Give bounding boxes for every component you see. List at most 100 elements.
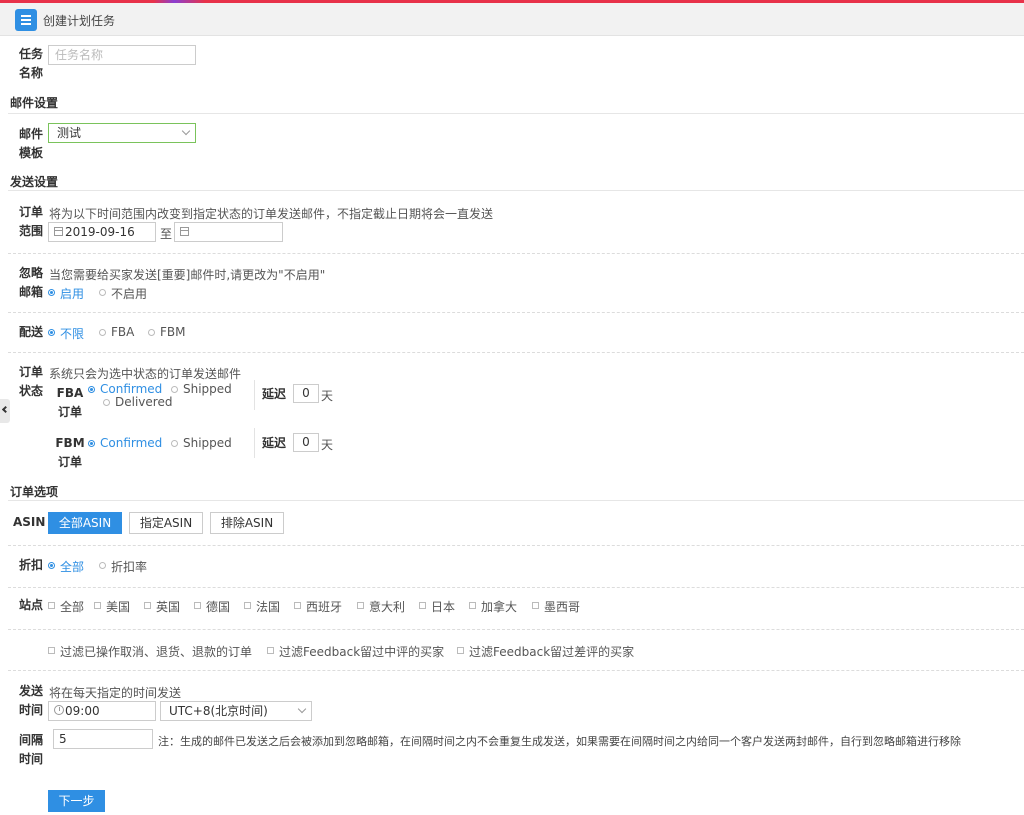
site-checkbox[interactable] <box>294 602 301 609</box>
label-line: FBA <box>56 386 84 400</box>
divider <box>8 629 1024 630</box>
order-range-label: 订单 范围 <box>17 203 45 241</box>
exclude-asin-button[interactable]: 排除ASIN <box>210 512 284 534</box>
order-status-hint: 系统只会为选中状态的订单发送邮件 <box>49 367 242 381</box>
start-date-input[interactable]: 2019-09-16 <box>48 222 156 242</box>
option-disable[interactable]: 不启用 <box>111 285 147 302</box>
divider <box>8 253 1024 254</box>
radio-discount-all[interactable] <box>48 562 55 569</box>
label-line: 订单 <box>18 205 43 219</box>
filter-checkbox[interactable] <box>267 647 274 654</box>
filter-neutral-feedback[interactable]: 过滤Feedback留过中评的买家 <box>279 643 444 660</box>
specify-asin-button[interactable]: 指定ASIN <box>129 512 203 534</box>
send-time-hint: 将在每天指定的时间发送 <box>49 686 182 700</box>
mail-template-select[interactable]: 测试 <box>48 123 196 143</box>
option-discount-rate[interactable]: 折扣率 <box>111 558 147 575</box>
site-option-es[interactable]: 西班牙 <box>306 598 342 615</box>
filter-negative-feedback[interactable]: 过滤Feedback留过差评的买家 <box>469 643 634 660</box>
option-fba-confirmed[interactable]: Confirmed <box>100 382 162 396</box>
option-fba-delivered[interactable]: Delivered <box>115 395 172 409</box>
site-checkbox[interactable] <box>357 602 364 609</box>
site-checkbox[interactable] <box>194 602 201 609</box>
site-checkbox[interactable] <box>244 602 251 609</box>
radio-fbm-shipped[interactable] <box>171 440 178 447</box>
divider <box>8 352 1024 353</box>
site-option-ca[interactable]: 加拿大 <box>481 598 517 615</box>
site-option-us[interactable]: 美国 <box>106 598 130 615</box>
filter-cancelled-orders[interactable]: 过滤已操作取消、退货、退款的订单 <box>60 643 252 660</box>
select-value: 测试 <box>57 126 82 140</box>
mail-template-label: 邮件 模板 <box>17 125 45 163</box>
divider <box>8 312 1024 313</box>
label-line: 模板 <box>18 146 43 160</box>
radio-delivery-any[interactable] <box>48 329 55 336</box>
order-range-hint: 将为以下时间范围内改变到指定状态的订单发送邮件，不指定截止日期将会一直发送 <box>49 207 494 221</box>
end-date-input[interactable] <box>174 222 283 242</box>
fbm-delay-label: 延迟 <box>262 436 287 450</box>
site-option-uk[interactable]: 英国 <box>156 598 180 615</box>
filter-checkbox[interactable] <box>48 647 55 654</box>
radio-fba-confirmed[interactable] <box>88 386 95 393</box>
radio-fba-shipped[interactable] <box>171 386 178 393</box>
label-line: 订单 <box>57 405 82 419</box>
fbm-order-label: FBM 订单 <box>55 434 85 472</box>
site-checkbox[interactable] <box>94 602 101 609</box>
menu-icon[interactable] <box>15 9 37 31</box>
radio-disable[interactable] <box>99 289 106 296</box>
send-time-input[interactable]: 09:00 <box>48 701 156 721</box>
filter-checkbox[interactable] <box>457 647 464 654</box>
option-fba-shipped[interactable]: Shipped <box>183 382 232 396</box>
calendar-icon <box>54 227 63 236</box>
radio-delivery-fbm[interactable] <box>148 329 155 336</box>
start-date-value: 2019-09-16 <box>65 225 135 239</box>
calendar-icon <box>180 227 189 236</box>
radio-discount-rate[interactable] <box>99 562 106 569</box>
site-option-mx[interactable]: 墨西哥 <box>544 598 580 615</box>
select-value: UTC+8(北京时间) <box>169 704 268 718</box>
label-line: 邮件 <box>18 127 43 141</box>
label-line: 间隔 <box>18 733 43 747</box>
divider <box>8 190 1024 191</box>
option-delivery-any[interactable]: 不限 <box>60 325 84 342</box>
radio-fbm-confirmed[interactable] <box>88 440 95 447</box>
site-checkbox[interactable] <box>469 602 476 609</box>
mail-settings-title: 邮件设置 <box>10 96 59 110</box>
delivery-label: 配送 <box>18 325 43 339</box>
collapse-sidebar-icon[interactable] <box>0 399 10 423</box>
radio-delivery-fba[interactable] <box>99 329 106 336</box>
site-option-it[interactable]: 意大利 <box>369 598 405 615</box>
fba-delay-input[interactable]: 0 <box>293 384 319 403</box>
site-option-all[interactable]: 全部 <box>60 598 84 615</box>
option-discount-all[interactable]: 全部 <box>60 558 84 575</box>
chevron-down-icon <box>181 126 191 136</box>
next-step-button[interactable]: 下一步 <box>48 790 105 812</box>
label-line: 名称 <box>18 66 43 80</box>
fbm-delay-unit: 天 <box>321 438 334 452</box>
option-delivery-fba[interactable]: FBA <box>111 325 134 339</box>
timezone-select[interactable]: UTC+8(北京时间) <box>160 701 312 721</box>
option-delivery-fbm[interactable]: FBM <box>160 325 186 339</box>
divider <box>8 545 1024 546</box>
site-checkbox[interactable] <box>419 602 426 609</box>
divider <box>8 500 1024 501</box>
label-line: 订单 <box>57 455 82 469</box>
site-checkbox[interactable] <box>144 602 151 609</box>
label-line: 时间 <box>18 752 43 766</box>
site-checkbox[interactable] <box>532 602 539 609</box>
option-fbm-confirmed[interactable]: Confirmed <box>100 436 162 450</box>
task-name-input[interactable]: 任务名称 <box>48 45 196 65</box>
clock-icon <box>54 705 64 715</box>
page-header: 创建计划任务 <box>0 3 1024 36</box>
fbm-delay-input[interactable]: 0 <box>293 433 319 452</box>
divider <box>8 670 1024 671</box>
site-option-fr[interactable]: 法国 <box>256 598 280 615</box>
interval-input[interactable]: 5 <box>53 729 153 749</box>
all-asin-button[interactable]: 全部ASIN <box>48 512 122 534</box>
site-option-de[interactable]: 德国 <box>206 598 230 615</box>
site-checkbox[interactable] <box>48 602 55 609</box>
radio-enable[interactable] <box>48 289 55 296</box>
option-fbm-shipped[interactable]: Shipped <box>183 436 232 450</box>
radio-fba-delivered[interactable] <box>103 399 110 406</box>
option-enable[interactable]: 启用 <box>60 285 84 302</box>
site-option-jp[interactable]: 日本 <box>431 598 455 615</box>
